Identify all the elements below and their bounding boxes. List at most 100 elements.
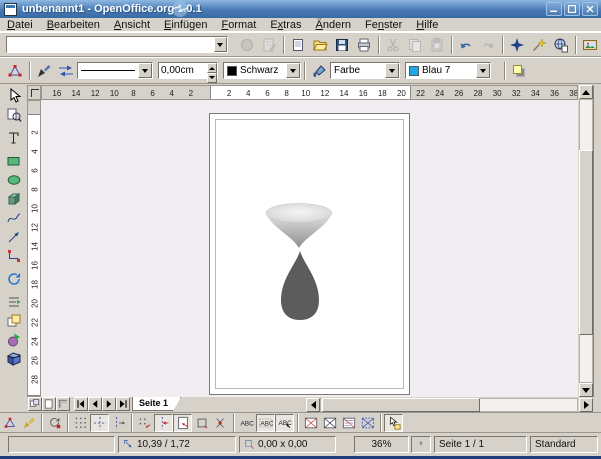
double-click-edit-button[interactable]: ABC [275,414,294,432]
alignment-button[interactable] [2,292,26,311]
save-button[interactable] [331,34,353,55]
vertical-ruler[interactable]: 246810121416182022242628 [27,100,41,397]
status-page-cell[interactable]: Seite 1 / 1 [434,436,527,453]
snap-to-guides-button[interactable] [154,414,173,432]
guides-when-moving-button[interactable] [109,414,128,432]
snap-to-grid-button[interactable] [135,414,154,432]
ellipse-button[interactable] [2,170,26,189]
bean-wand-button[interactable] [528,34,550,55]
undo-button[interactable] [455,34,477,55]
vertical-scrollbar-thumb[interactable] [579,150,593,335]
menu-einfgen[interactable]: Einfügen [157,18,214,32]
scroll-left-button[interactable] [306,398,320,412]
picture-placeholder-button[interactable] [301,414,320,432]
modify-attributes-button[interactable] [384,414,403,432]
menu-ansicht[interactable]: Ansicht [107,18,157,32]
funnel-top[interactable] [266,204,332,223]
line-dialog-button[interactable] [33,60,55,81]
fill-type-dropdown-icon[interactable] [385,63,399,78]
show-guides-button[interactable] [90,414,109,432]
maximize-button[interactable] [564,2,580,16]
status-position-cell[interactable]: 10,39 / 1,72 [118,436,236,453]
status-size-cell[interactable]: 0,00 x 0,00 [239,436,336,453]
line-width-stepper[interactable] [207,63,217,78]
first-page-button[interactable] [74,397,88,411]
arrange-button[interactable] [2,311,26,330]
show-grid-button[interactable] [71,414,90,432]
text-button[interactable] [2,128,26,147]
menu-format[interactable]: Format [214,18,263,32]
menu-ndern[interactable]: Ändern [309,18,358,32]
curve-button[interactable] [2,208,26,227]
gallery-button[interactable] [579,34,601,55]
object3d-button[interactable] [2,189,26,208]
effects-button[interactable] [2,330,26,349]
line-contour-button[interactable] [358,414,377,432]
fill-color-combobox[interactable]: Blau 7 [405,62,491,79]
menu-bearbeiten[interactable]: Bearbeiten [40,18,107,32]
ruler-origin[interactable] [27,85,41,100]
line-color-combobox[interactable]: Schwarz [223,62,301,79]
edit-points-button[interactable] [4,60,26,81]
print-button[interactable] [353,34,375,55]
previous-page-button[interactable] [88,397,102,411]
line-style-dropdown-icon[interactable] [138,63,152,78]
lines-arrows-button[interactable] [2,227,26,246]
drop-shape[interactable] [281,251,319,320]
drawing-canvas[interactable] [41,100,578,397]
fill-color-dropdown-icon[interactable] [476,63,490,78]
text-placeholder-button[interactable] [339,414,358,432]
snap-to-border-button[interactable] [192,414,211,432]
line-width-field[interactable] [158,62,218,79]
horizontal-scrollbar-thumb[interactable] [322,398,480,412]
fill-type-combobox[interactable]: Farbe [330,62,400,79]
url-dropdown-icon[interactable] [214,37,227,52]
title-bar[interactable]: unbenannt1 - OpenOffice.org 1.0.1 [0,0,601,18]
minimize-button[interactable] [546,2,562,16]
snap-to-margins-button[interactable] [173,414,192,432]
scroll-right-button[interactable] [579,398,593,412]
snap-to-points-button[interactable] [211,414,230,432]
new-document-button[interactable] [287,34,309,55]
line-width-input[interactable] [159,63,207,78]
line-style-combobox[interactable] [77,62,153,79]
rotation-mode-button[interactable] [45,414,64,432]
quick-edit-button[interactable]: ABC [237,414,256,432]
status-zoom-cell[interactable]: 36% [354,436,409,453]
menu-fenster[interactable]: Fenster [358,18,409,32]
menu-hilfe[interactable]: Hilfe [409,18,445,32]
arrow-ends-button[interactable] [55,60,77,81]
horizontal-ruler[interactable]: 1614121086422468101214161820222426283032… [41,85,578,100]
open-button[interactable] [309,34,331,55]
page-mode-button[interactable] [42,397,56,411]
master-mode-button[interactable] [56,397,70,411]
select-text-area-button[interactable]: ABC [256,414,275,432]
menu-datei[interactable]: Datei [0,18,40,32]
navigator-button[interactable] [506,34,528,55]
controller3d-button[interactable] [2,349,26,368]
menu-extras[interactable]: Extras [263,18,308,32]
connector-button[interactable] [2,246,26,265]
edit-points-mode-button[interactable] [0,414,19,432]
scroll-up-button[interactable] [579,85,593,99]
area-dialog-button[interactable] [308,60,330,81]
line-color-dropdown-icon[interactable] [286,63,300,78]
rotate-button[interactable] [2,269,26,288]
page-tab-seite1[interactable]: Seite 1 [132,397,181,411]
url-input[interactable] [7,37,214,52]
glue-points-mode-button[interactable] [19,414,38,432]
rectangle-button[interactable] [2,151,26,170]
shadow-button[interactable] [508,60,530,81]
status-style-cell[interactable]: Standard [530,436,598,453]
zoom-button[interactable] [2,105,26,124]
scroll-down-button[interactable] [579,383,593,397]
select-button[interactable] [2,86,26,105]
next-page-button[interactable] [102,397,116,411]
close-button[interactable] [582,2,598,16]
url-combobox[interactable] [6,36,228,53]
layer-mode-button[interactable] [28,397,42,411]
contour-mode-button[interactable] [320,414,339,432]
hyperlink-button[interactable] [550,34,572,55]
page[interactable] [209,113,410,395]
last-page-button[interactable] [116,397,130,411]
